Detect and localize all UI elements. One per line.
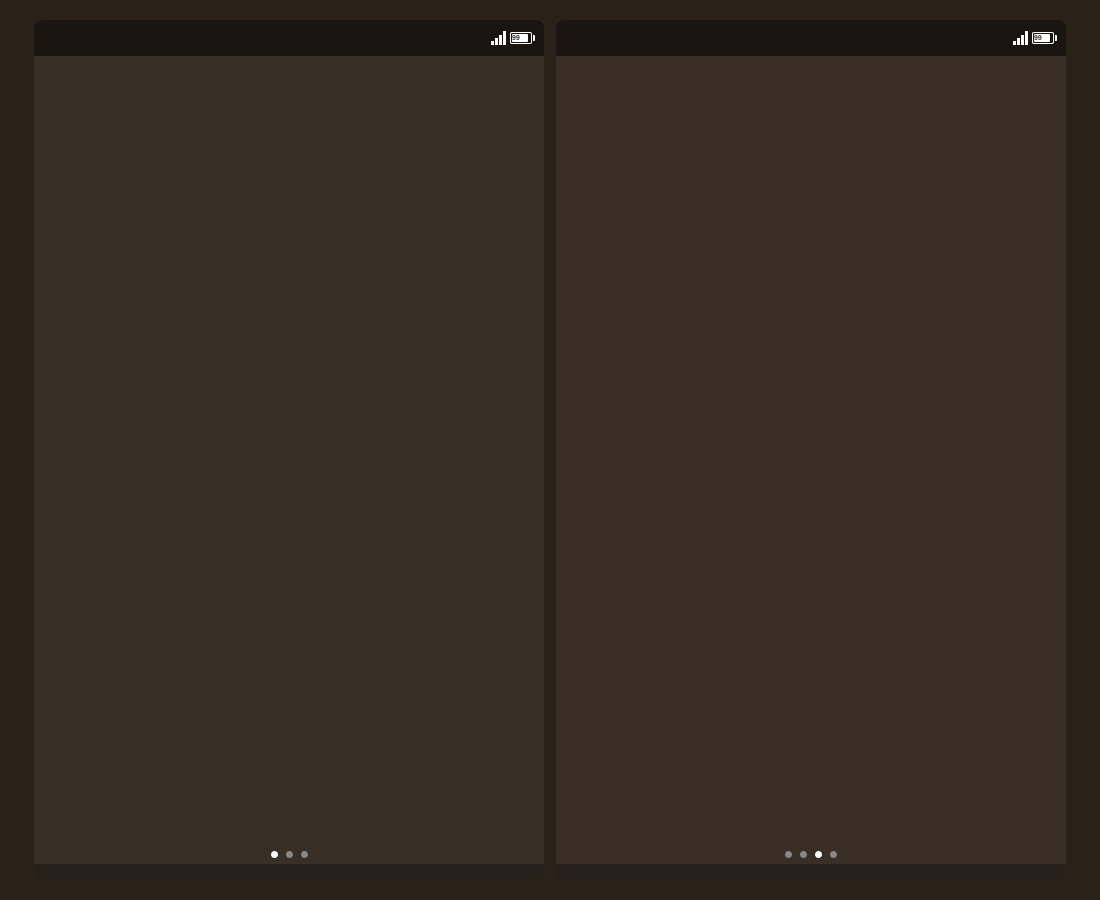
dots-row-2: [556, 845, 1066, 864]
signal-icon-2: [1013, 31, 1028, 45]
signal-icon-1: [491, 31, 506, 45]
dot-1-2: [286, 851, 293, 858]
dot-1-3: [301, 851, 308, 858]
dot-2-3: [815, 851, 822, 858]
dot-2-2: [800, 851, 807, 858]
phone-screen-1: 99: [34, 20, 544, 880]
dot-1-1: [271, 851, 278, 858]
phone-screen-2: 99: [556, 20, 1066, 880]
status-bar-2: 99: [556, 20, 1066, 56]
apps-grid-2: [556, 56, 1066, 845]
screens-container: 99 99: [14, 0, 1086, 900]
apps-grid-1: [34, 56, 544, 845]
battery-icon-1: 99: [510, 32, 532, 44]
dot-2-1: [785, 851, 792, 858]
battery-icon-2: 99: [1032, 32, 1054, 44]
status-icons-2: 99: [1013, 31, 1054, 45]
status-icons-1: 99: [491, 31, 532, 45]
status-bar-1: 99: [34, 20, 544, 56]
dock-1: [34, 864, 544, 880]
dots-row-1: [34, 845, 544, 864]
dot-2-4: [830, 851, 837, 858]
dock-2: [556, 864, 1066, 880]
